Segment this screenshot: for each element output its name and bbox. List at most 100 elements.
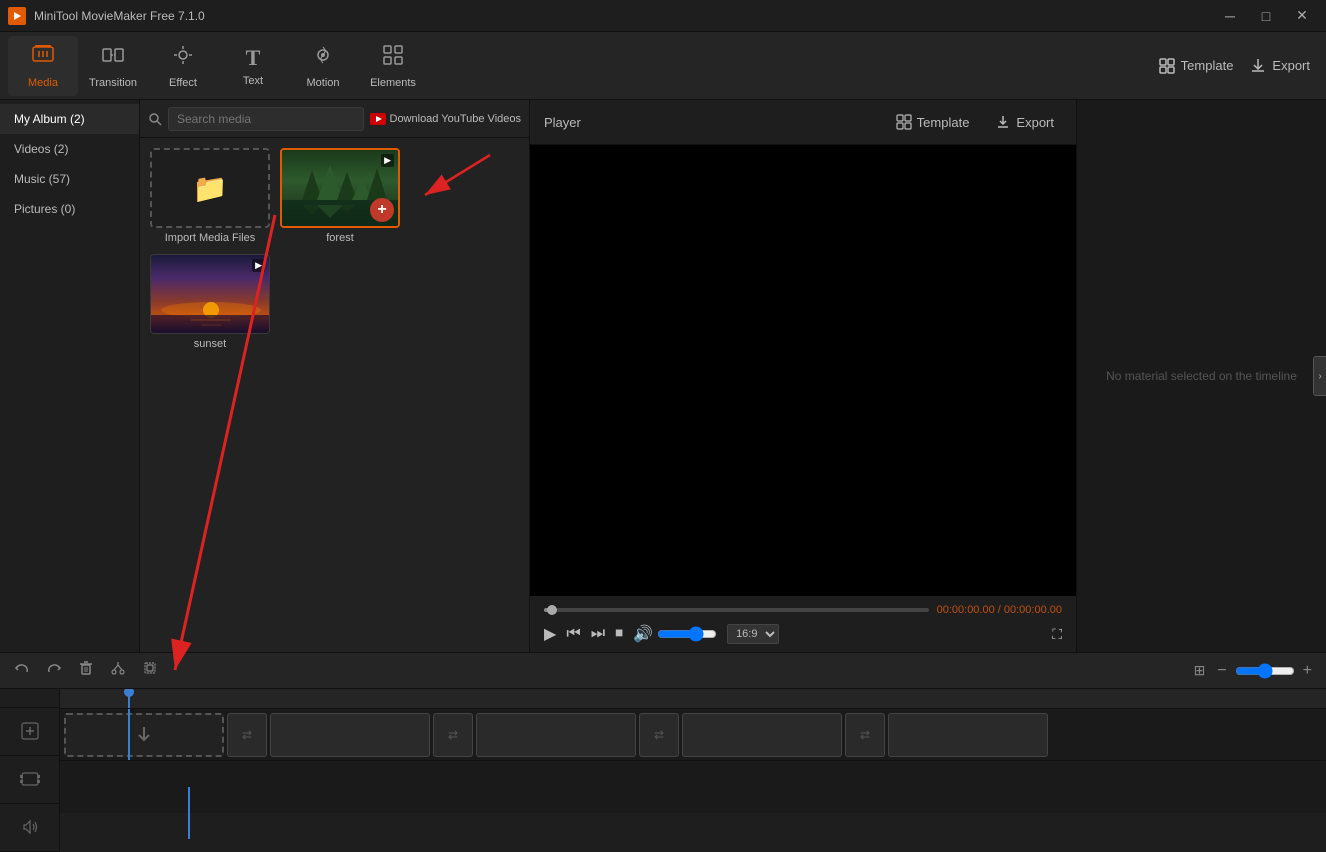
video-badge: ▶: [381, 154, 394, 167]
zoom-slider[interactable]: [1235, 663, 1295, 679]
delete-button[interactable]: [74, 656, 98, 685]
timeline-toolbar-left: [10, 656, 162, 685]
app-title: MiniTool MovieMaker Free 7.1.0: [34, 9, 205, 23]
sidebar-item-album[interactable]: My Album (2): [0, 104, 139, 134]
video-track: ⇄ ⇄ ⇄ ⇄: [60, 709, 1326, 761]
effect-label: Effect: [169, 77, 197, 89]
sunset-label: sunset: [194, 338, 226, 350]
panel-toggle[interactable]: ›: [1313, 356, 1326, 396]
zoom-out-button[interactable]: −: [1213, 658, 1230, 684]
cut-button[interactable]: [106, 656, 130, 685]
app-icon: [8, 7, 26, 25]
video-clip-dropping: [64, 713, 224, 757]
toolbar-effect[interactable]: Effect: [148, 36, 218, 96]
toolbar-transition[interactable]: Transition: [78, 36, 148, 96]
sidebar-item-pictures[interactable]: Pictures (0): [0, 194, 139, 224]
player-title: Player: [544, 115, 581, 130]
export-button[interactable]: Export: [1241, 53, 1318, 79]
search-input[interactable]: [168, 107, 364, 131]
track-content: ⇄ ⇄ ⇄ ⇄: [60, 689, 1326, 852]
video-track-add-button[interactable]: [0, 708, 59, 756]
audio-track: [60, 761, 1326, 813]
progress-bar[interactable]: [544, 608, 929, 612]
audio-track-playhead: [188, 787, 190, 839]
transition-clip-1[interactable]: ⇄: [227, 713, 267, 757]
title-bar-left: MiniTool MovieMaker Free 7.1.0: [8, 7, 205, 25]
export-icon: [995, 114, 1011, 130]
next-frame-button[interactable]: ⏭: [591, 625, 605, 643]
media-panel: Download YouTube Videos 📁 Import Media F…: [140, 100, 530, 652]
sidebar-item-videos[interactable]: Videos (2): [0, 134, 139, 164]
elements-icon: [381, 43, 405, 73]
player-template-button[interactable]: Template: [888, 110, 978, 134]
video-clip-3[interactable]: [476, 713, 636, 757]
video-clip-5[interactable]: [888, 713, 1048, 757]
zoom-in-button[interactable]: +: [1299, 658, 1316, 684]
zoom-control: ⊞ − +: [1190, 658, 1316, 684]
maximize-button[interactable]: □: [1250, 6, 1282, 26]
forest-media-thumb[interactable]: ▶ +: [280, 148, 400, 228]
timeline-area: ⊞ − +: [0, 652, 1326, 852]
no-material-message: No material selected on the timeline: [1106, 369, 1297, 383]
toolbar: Media Transition Effect T Text: [0, 32, 1326, 100]
crop-button[interactable]: [138, 656, 162, 685]
time-display: 00:00:00.00 / 00:00:00.00: [937, 604, 1062, 616]
transition-clip-2[interactable]: ⇄: [433, 713, 473, 757]
motion-label: Motion: [306, 77, 339, 89]
import-media-label: Import Media Files: [165, 232, 255, 244]
motion-icon: [311, 43, 335, 73]
sunset-media-thumb[interactable]: ▶: [150, 254, 270, 334]
player-export-button[interactable]: Export: [987, 110, 1062, 134]
playhead[interactable]: [128, 689, 130, 708]
volume-button[interactable]: 🔊: [633, 624, 653, 644]
timeline-toolbar-right: ⊞ − +: [1190, 658, 1316, 684]
forest-label: forest: [326, 232, 354, 244]
player-area: Player Template: [530, 100, 1076, 652]
transition-clip-3[interactable]: ⇄: [639, 713, 679, 757]
minimize-button[interactable]: ─: [1214, 6, 1246, 26]
title-bar: MiniTool MovieMaker Free 7.1.0 ─ □ ✕: [0, 0, 1326, 32]
transition-clip-4[interactable]: ⇄: [845, 713, 885, 757]
search-icon: [148, 112, 162, 126]
prev-frame-button[interactable]: ⏮: [566, 625, 580, 643]
forest-media-item[interactable]: ▶ + forest: [280, 148, 400, 244]
aspect-ratio-select[interactable]: 16:9 9:16 4:3 1:1: [727, 624, 779, 644]
import-media-item[interactable]: 📁 Import Media Files: [150, 148, 270, 244]
zoom-fit-button[interactable]: ⊞: [1190, 658, 1210, 683]
sunset-media-item[interactable]: ▶ sunset: [150, 254, 270, 350]
undo-button[interactable]: [10, 656, 34, 685]
close-button[interactable]: ✕: [1286, 6, 1318, 26]
redo-button[interactable]: [42, 656, 66, 685]
video-clip-2[interactable]: [270, 713, 430, 757]
toolbar-media[interactable]: Media: [8, 36, 78, 96]
volume-slider[interactable]: [657, 626, 717, 642]
player-buttons: ▶ ⏮ ⏭ ⏹ 🔊 16:9 9:16 4:3 1:1 ⛶: [530, 620, 1076, 652]
toolbar-elements[interactable]: Elements: [358, 36, 428, 96]
toolbar-text[interactable]: T Text: [218, 36, 288, 96]
volume-control: 🔊: [633, 624, 717, 644]
stop-button[interactable]: ⏹: [615, 625, 623, 643]
youtube-icon: [370, 113, 386, 125]
template-button[interactable]: Template: [1150, 53, 1242, 79]
audio-track-icon: [0, 804, 59, 852]
video-clip-4[interactable]: [682, 713, 842, 757]
download-youtube-button[interactable]: Download YouTube Videos: [370, 113, 522, 125]
download-to-timeline-icon: [132, 723, 156, 747]
sunset-video-badge: ▶: [252, 259, 265, 272]
play-button[interactable]: ▶: [544, 624, 556, 644]
player-header: Player Template: [530, 100, 1076, 145]
media-grid: 📁 Import Media Files: [140, 138, 529, 652]
sidebar-item-music[interactable]: Music (57): [0, 164, 139, 194]
player-controls-top: Template Export: [888, 110, 1062, 134]
playhead-handle: [124, 689, 134, 697]
template-label: Template: [1181, 58, 1234, 73]
import-media-thumb[interactable]: 📁: [150, 148, 270, 228]
toolbar-motion[interactable]: Motion: [288, 36, 358, 96]
track-labels: [0, 689, 60, 852]
right-panel: › No material selected on the timeline: [1076, 100, 1326, 652]
fullscreen-button[interactable]: ⛶: [1052, 626, 1062, 643]
text-label: Text: [243, 75, 263, 87]
add-to-timeline-icon[interactable]: +: [370, 198, 394, 222]
video-track-playhead: [128, 709, 130, 760]
player-progress: 00:00:00.00 / 00:00:00.00: [530, 596, 1076, 620]
